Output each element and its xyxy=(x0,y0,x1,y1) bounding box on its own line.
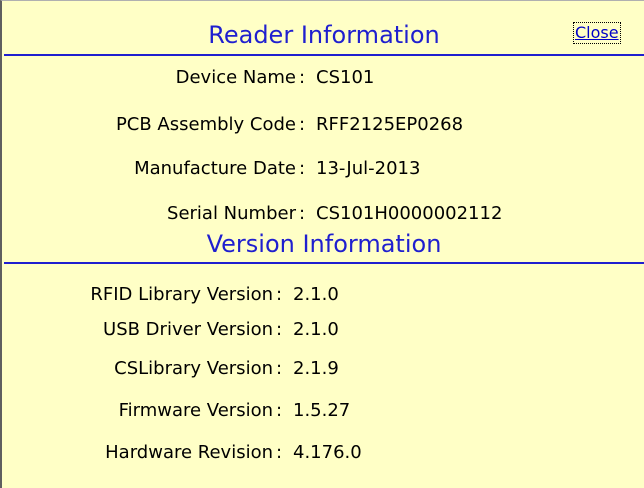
firmware-version-row: Firmware Version : 1.5.27 xyxy=(2,396,644,426)
info-panel: Reader Information Close Device Name : C… xyxy=(0,0,644,488)
separator: : xyxy=(276,284,283,305)
device-name-row: Device Name : CS101 xyxy=(2,63,644,93)
pcb-assembly-code-label: PCB Assembly Code xyxy=(115,114,296,135)
hardware-revision-row: Hardware Revision : 4.176.0 xyxy=(2,438,644,468)
pcb-assembly-code-row: PCB Assembly Code : RFF2125EP0268 xyxy=(2,110,644,140)
serial-number-row: Serial Number : CS101H0000002112 xyxy=(2,199,644,229)
serial-number-value: CS101H0000002112 xyxy=(316,203,503,224)
separator: : xyxy=(276,400,283,421)
separator: : xyxy=(299,67,306,88)
separator: : xyxy=(276,319,283,340)
separator: : xyxy=(276,358,283,379)
rfid-library-version-row: RFID Library Version : 2.1.0 xyxy=(2,280,644,310)
device-name-value: CS101 xyxy=(316,67,375,88)
version-info-divider xyxy=(4,262,644,264)
usb-driver-version-label: USB Driver Version xyxy=(103,319,273,340)
rfid-library-version-value: 2.1.0 xyxy=(293,284,339,305)
device-name-label: Device Name xyxy=(175,67,296,88)
usb-driver-version-row: USB Driver Version : 2.1.0 xyxy=(2,315,644,345)
manufacture-date-row: Manufacture Date : 13-Jul-2013 xyxy=(2,154,644,184)
serial-number-label: Serial Number xyxy=(167,203,296,224)
hardware-revision-value: 4.176.0 xyxy=(293,442,362,463)
firmware-version-label: Firmware Version xyxy=(118,400,273,421)
cslibrary-version-value: 2.1.9 xyxy=(293,358,339,379)
separator: : xyxy=(299,158,306,179)
manufacture-date-label: Manufacture Date xyxy=(134,158,296,179)
firmware-version-value: 1.5.27 xyxy=(293,400,351,421)
reader-info-divider xyxy=(4,54,644,56)
hardware-revision-label: Hardware Revision xyxy=(105,442,273,463)
usb-driver-version-value: 2.1.0 xyxy=(293,319,339,340)
rfid-library-version-label: RFID Library Version xyxy=(90,284,273,305)
version-info-title: Version Information xyxy=(206,230,442,258)
manufacture-date-value: 13-Jul-2013 xyxy=(316,158,421,179)
reader-info-title: Reader Information xyxy=(208,21,440,49)
separator: : xyxy=(276,442,283,463)
cslibrary-version-row: CSLibrary Version : 2.1.9 xyxy=(2,354,644,384)
separator: : xyxy=(299,114,306,135)
separator: : xyxy=(299,203,306,224)
close-button[interactable]: Close xyxy=(573,22,621,44)
cslibrary-version-label: CSLibrary Version xyxy=(114,358,273,379)
pcb-assembly-code-value: RFF2125EP0268 xyxy=(316,114,464,135)
